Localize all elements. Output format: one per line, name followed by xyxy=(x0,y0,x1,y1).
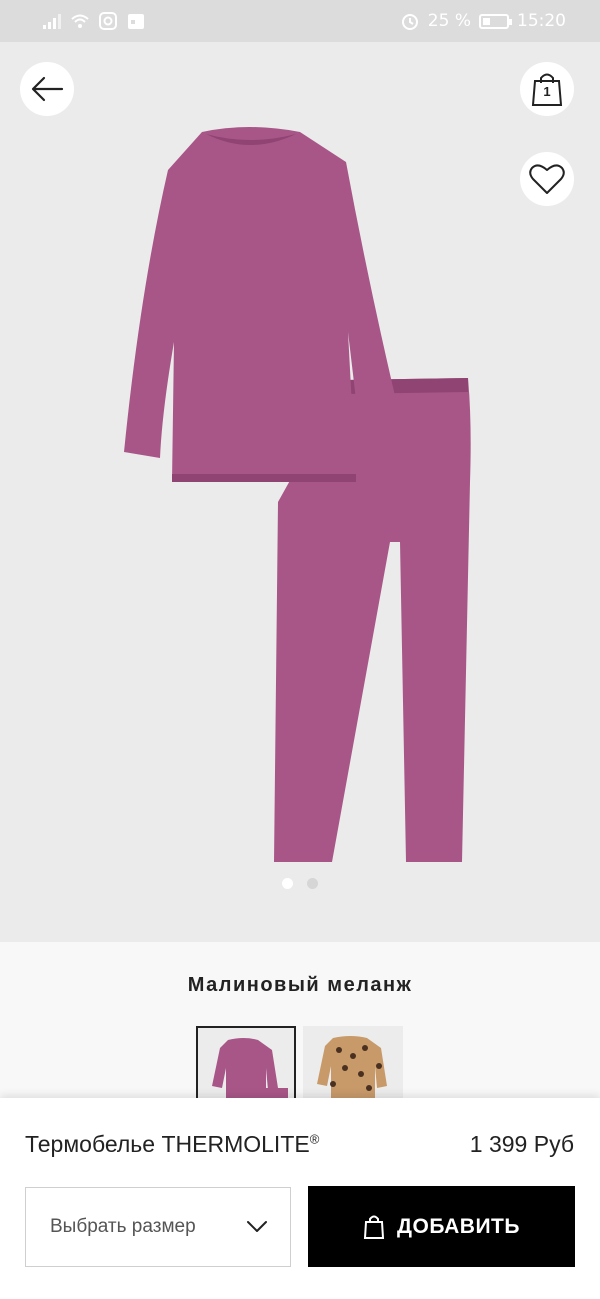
add-to-bag-button[interactable]: ДОБАВИТЬ xyxy=(308,1186,575,1267)
size-select[interactable]: Выбрать размер xyxy=(25,1187,291,1267)
color-name: Малиновый меланж xyxy=(187,974,413,996)
product-image-carousel[interactable]: 1 xyxy=(0,42,600,942)
color-section: Малиновый меланж xyxy=(0,942,600,1102)
registered-mark: ® xyxy=(309,1131,320,1147)
color-swatch-leopard[interactable] xyxy=(303,1026,403,1102)
bag-count-badge: 1 xyxy=(543,84,551,99)
wifi-icon xyxy=(71,14,89,28)
size-select-label: Выбрать размер xyxy=(50,1216,196,1237)
sweater-shape xyxy=(124,127,406,482)
carousel-dot[interactable] xyxy=(307,878,318,889)
battery-percent: 25 % xyxy=(427,11,471,31)
instagram-icon xyxy=(99,12,117,30)
signal-icon xyxy=(43,14,61,29)
status-bar-right: 25 % 15:20 xyxy=(400,11,566,31)
carousel-dot[interactable] xyxy=(282,878,293,889)
product-title-text: Термобелье THERMOLITE xyxy=(25,1131,310,1157)
add-to-bag-label: ДОБАВИТЬ xyxy=(397,1214,520,1238)
back-button[interactable] xyxy=(20,62,74,116)
purchase-panel: Термобелье THERMOLITE® 1 399 Руб Выбрать… xyxy=(0,1098,600,1299)
status-bar-left xyxy=(42,12,146,30)
shopping-bag-icon xyxy=(363,1215,385,1239)
calendar-icon xyxy=(128,14,144,29)
heart-icon xyxy=(529,164,565,194)
favorite-button[interactable] xyxy=(520,152,574,206)
battery-icon xyxy=(479,13,512,29)
arrow-left-icon xyxy=(31,76,64,102)
alarm-icon xyxy=(401,14,418,30)
shopping-bag-button[interactable]: 1 xyxy=(520,62,574,116)
chevron-down-icon xyxy=(247,1221,267,1232)
product-title: Термобелье THERMOLITE® xyxy=(25,1131,319,1158)
product-price: 1 399 Руб xyxy=(469,1131,574,1157)
color-swatch-pink[interactable] xyxy=(196,1026,296,1102)
clock: 15:20 xyxy=(517,11,566,31)
product-image xyxy=(124,127,471,862)
carousel-dots xyxy=(0,878,600,889)
status-bar: 25 % 15:20 xyxy=(0,0,600,42)
